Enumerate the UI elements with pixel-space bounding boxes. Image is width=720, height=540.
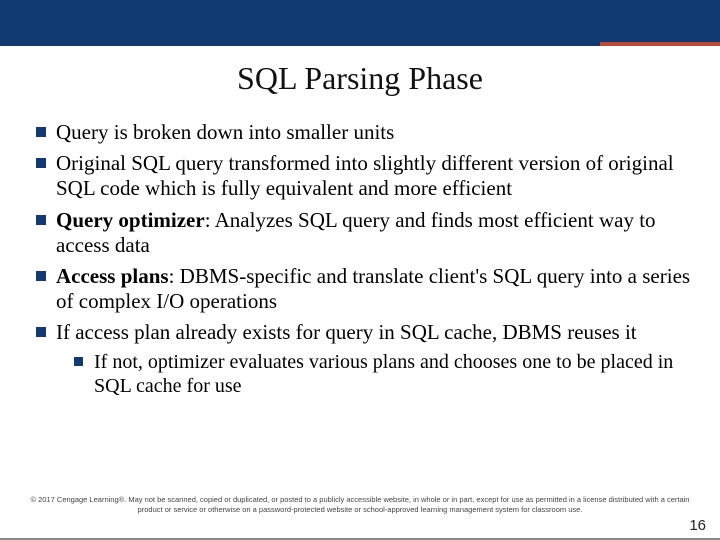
page-number: 16 <box>689 517 706 534</box>
slide: SQL Parsing Phase Query is broken down i… <box>0 0 720 540</box>
bullet-item: Query optimizer: Analyzes SQL query and … <box>36 208 692 258</box>
bullet-item: Access plans: DBMS-specific and translat… <box>36 264 692 314</box>
sub-bullet-list: If not, optimizer evaluates various plan… <box>74 350 692 398</box>
copyright-footer: © 2017 Cengage Learning®. May not be sca… <box>30 495 690 514</box>
content-area: Query is broken down into smaller units … <box>36 120 692 404</box>
bullet-item: Original SQL query transformed into slig… <box>36 151 692 201</box>
term: Access plans <box>56 264 169 288</box>
bullet-item: If access plan already exists for query … <box>36 320 692 397</box>
header-accent <box>600 42 720 46</box>
bullet-list: Query is broken down into smaller units … <box>36 120 692 398</box>
sub-bullet-item: If not, optimizer evaluates various plan… <box>74 350 692 398</box>
bullet-item: Query is broken down into smaller units <box>36 120 692 145</box>
slide-title: SQL Parsing Phase <box>0 60 720 97</box>
term: Query optimizer <box>56 208 205 232</box>
bullet-text: If access plan already exists for query … <box>56 320 637 344</box>
header-bar <box>0 0 720 46</box>
